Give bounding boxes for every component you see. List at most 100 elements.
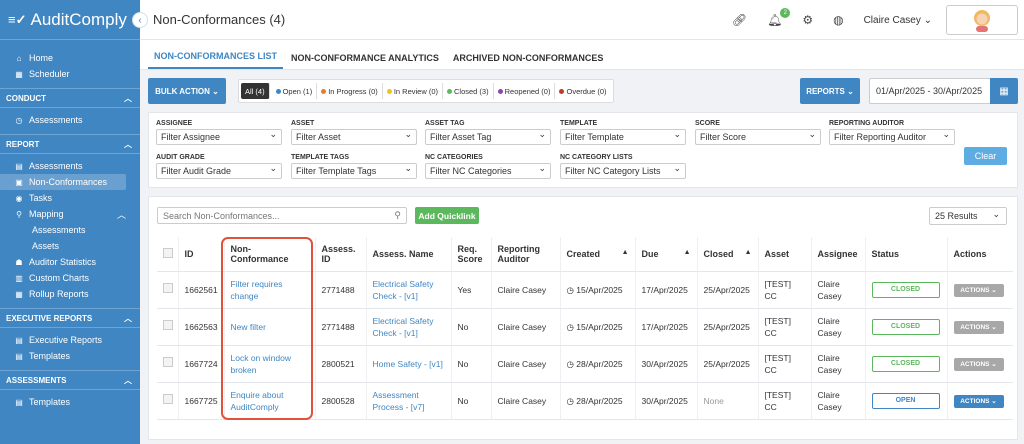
cell-assess-name-link[interactable]: Electrical Safety Check - [v1]: [366, 271, 452, 309]
sidebar-item-exec-templates[interactable]: ▤ Templates: [0, 348, 126, 364]
cell-nc-link[interactable]: New filter: [224, 308, 316, 346]
filter-template-tags-select[interactable]: Filter Template Tags: [291, 163, 417, 179]
table-header-row: ID Non-Conformance Assess. ID Assess. Na…: [157, 237, 1013, 272]
row-checkbox[interactable]: [163, 357, 173, 367]
status-dot-icon: [321, 88, 327, 94]
select-all-checkbox[interactable]: [163, 247, 173, 258]
filter-assignee-select[interactable]: Filter Assignee: [156, 129, 282, 145]
app-logo[interactable]: ≡✓ AuditComply: [0, 0, 140, 40]
link-icon[interactable]: 🔗︎: [732, 13, 747, 27]
section-assessments[interactable]: ASSESSMENTS ︿: [0, 370, 140, 390]
actions-button[interactable]: ACTIONS ⌄: [953, 283, 1004, 297]
sidebar-item-assess-templates[interactable]: ▤ Templates: [0, 394, 126, 410]
filter-asset-tag-select[interactable]: Filter Asset Tag: [425, 129, 551, 145]
filter-score-select[interactable]: Filter Score: [695, 129, 821, 145]
bulk-action-button[interactable]: BULK ACTION ⌄: [148, 78, 226, 104]
column-header-req-score[interactable]: Req. Score: [451, 237, 492, 272]
cell-id: 1662563: [178, 308, 225, 346]
sidebar-item-conduct-assessments[interactable]: ◷ Assessments: [0, 112, 126, 128]
column-header-reporting-auditor[interactable]: Reporting Auditor: [491, 237, 561, 272]
status-filter-in-review[interactable]: In Review (0): [383, 83, 443, 99]
actions-button[interactable]: ACTIONS ⌄: [953, 320, 1004, 334]
filter-asset-select[interactable]: Filter Asset: [291, 129, 417, 145]
sidebar: ≡✓ AuditComply ⌂ Home ▦ Scheduler CONDUCT ︿…: [0, 0, 140, 444]
avatar[interactable]: [946, 5, 1018, 35]
cell-nc-link[interactable]: Lock on window broken: [224, 345, 316, 383]
tab-non-conformance-analytics[interactable]: NON-CONFORMANCE ANALYTICS: [285, 53, 445, 69]
gear-icon[interactable]: ⚙: [802, 13, 813, 27]
column-header-assess-id[interactable]: Assess. ID: [315, 237, 367, 272]
filter-audit-grade-select[interactable]: Filter Audit Grade: [156, 163, 282, 179]
sort-asc-icon[interactable]: ▲: [745, 249, 752, 256]
chevron-up-icon: ︿: [124, 313, 132, 323]
column-header-created[interactable]: Created ▲: [560, 237, 636, 272]
add-quicklink-button[interactable]: Add Quicklink: [415, 207, 479, 224]
filter-audit-grade: AUDIT GRADE Filter Audit Grade: [156, 154, 282, 179]
status-dot-icon: [275, 88, 281, 94]
sidebar-item-mapping[interactable]: ⚲ Mapping ︿: [0, 206, 126, 222]
row-checkbox[interactable]: [163, 320, 173, 330]
sidebar-item-rollup-reports[interactable]: ▦ Rollup Reports: [0, 286, 126, 302]
sidebar-item-scheduler[interactable]: ▦ Scheduler: [0, 66, 126, 82]
reports-button[interactable]: REPORTS ⌄: [800, 78, 860, 104]
column-header-closed[interactable]: Closed ▲: [697, 237, 759, 272]
sidebar-item-home[interactable]: ⌂ Home: [0, 50, 126, 66]
status-filter-in-progress[interactable]: In Progress (0): [317, 83, 383, 99]
sidebar-item-executive-reports[interactable]: ▤ Executive Reports: [0, 332, 126, 348]
row-checkbox[interactable]: [163, 283, 173, 293]
user-menu[interactable]: Claire Casey ⌄: [864, 15, 932, 26]
sidebar-item-non-conformances[interactable]: ▣ Non-Conformances: [0, 174, 126, 190]
filter-template-select[interactable]: Filter Template: [560, 129, 686, 145]
status-filter-bar: All (4) Open (1) In Progress (0) In Revi…: [238, 79, 614, 103]
cell-assess-name-link[interactable]: Assessment Process - [v7]: [366, 382, 452, 420]
globe-icon[interactable]: ◍: [833, 13, 843, 27]
cell-assess-name-link[interactable]: Home Safety - [v1]: [366, 345, 452, 383]
search-icon[interactable]: ⚲: [394, 210, 401, 221]
status-filter-overdue[interactable]: Overdue (0): [555, 83, 610, 99]
column-header-due[interactable]: Due ▲: [635, 237, 698, 272]
column-header-id[interactable]: ID: [178, 237, 225, 272]
sidebar-item-report-assessments[interactable]: ▤ Assessments: [0, 158, 126, 174]
sidebar-item-mapping-assessments[interactable]: Assessments: [0, 222, 126, 238]
section-report[interactable]: REPORT ︿: [0, 134, 140, 154]
sort-asc-icon[interactable]: ▲: [684, 249, 691, 256]
status-filter-reopened[interactable]: Reopened (0): [494, 83, 556, 99]
column-header-status[interactable]: Status: [865, 237, 948, 272]
status-filter-open[interactable]: Open (1): [272, 83, 318, 99]
sidebar-item-custom-charts[interactable]: ▥ Custom Charts: [0, 270, 126, 286]
results-per-page-select[interactable]: 25 Results: [929, 207, 1007, 225]
sidebar-collapse-button[interactable]: ‹: [132, 12, 148, 28]
cell-assess-name-link[interactable]: Electrical Safety Check - [v1]: [366, 308, 452, 346]
filter-nc-category-lists-select[interactable]: Filter NC Category Lists: [560, 163, 686, 179]
column-header-asset[interactable]: Asset: [758, 237, 812, 272]
cell-nc-link[interactable]: Filter requires change: [224, 271, 316, 309]
sidebar-item-auditor-statistics[interactable]: ☗ Auditor Statistics: [0, 254, 126, 270]
tab-non-conformances-list[interactable]: NON-CONFORMANCES LIST: [148, 51, 283, 69]
chevron-down-icon: ⌄: [991, 360, 997, 368]
column-header-non-conformance[interactable]: Non-Conformance: [224, 237, 316, 272]
search-input[interactable]: Search Non-Conformances... ⚲: [157, 207, 407, 224]
bell-icon[interactable]: 🔔︎ 2: [767, 8, 791, 27]
section-executive-reports[interactable]: EXECUTIVE REPORTS ︿: [0, 308, 140, 328]
app-name: AuditComply: [30, 9, 127, 29]
filter-reporting-auditor-select[interactable]: Filter Reporting Auditor: [829, 129, 955, 145]
clear-filters-button[interactable]: Clear: [964, 147, 1007, 165]
cell-nc-link[interactable]: Enquire about AuditComply: [224, 382, 316, 420]
sidebar-item-mapping-assets[interactable]: Assets: [0, 238, 126, 254]
sidebar-item-tasks[interactable]: ◉ Tasks: [0, 190, 126, 206]
status-filter-all[interactable]: All (4): [241, 83, 270, 99]
filter-template: TEMPLATE Filter Template: [560, 120, 686, 145]
filter-nc-categories-select[interactable]: Filter NC Categories: [425, 163, 551, 179]
column-header-assignee[interactable]: Assignee: [811, 237, 866, 272]
section-conduct[interactable]: CONDUCT ︿: [0, 88, 140, 108]
sort-asc-icon[interactable]: ▲: [622, 249, 629, 256]
status-filter-closed[interactable]: Closed (3): [443, 83, 494, 99]
actions-button[interactable]: ACTIONS ⌄: [953, 357, 1004, 371]
date-range-input[interactable]: 01/Apr/2025 - 30/Apr/2025: [869, 78, 991, 104]
tasks-icon: ◉: [15, 193, 23, 203]
calendar-button[interactable]: ▦: [990, 78, 1018, 104]
column-header-assess-name[interactable]: Assess. Name: [366, 237, 452, 272]
tab-archived-non-conformances[interactable]: ARCHIVED NON-CONFORMANCES: [447, 53, 610, 69]
actions-button[interactable]: ACTIONS ⌄: [953, 394, 1004, 408]
row-checkbox[interactable]: [163, 394, 173, 404]
